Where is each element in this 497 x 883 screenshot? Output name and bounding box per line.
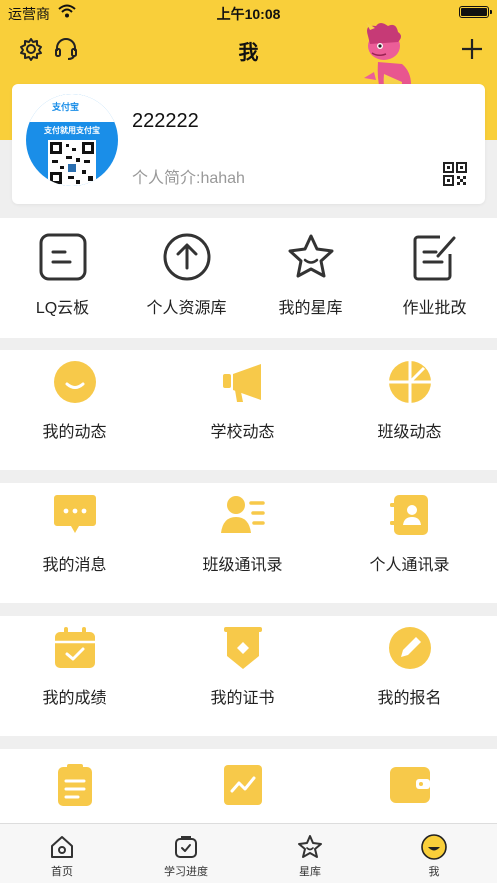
avatar-caption: 支付就用支付宝 xyxy=(44,126,100,135)
tab-label: 学习进度 xyxy=(164,866,208,878)
menu-label: 班级动态 xyxy=(377,424,442,441)
more-section xyxy=(0,749,497,823)
menu-label: 我的证书 xyxy=(210,690,275,707)
menu-my-grades[interactable]: 我的成绩 xyxy=(0,626,157,708)
menu-clipboard[interactable] xyxy=(0,763,157,807)
menu-class-contacts[interactable]: 班级通讯录 xyxy=(160,493,325,575)
tab-home[interactable]: 首页 xyxy=(0,824,124,883)
clock: 上午10:08 xyxy=(216,6,281,22)
username: 222222 xyxy=(132,110,199,132)
menu-my-registration[interactable]: 我的报名 xyxy=(327,626,492,708)
menu-trend[interactable] xyxy=(160,763,325,807)
menu-label: 我的消息 xyxy=(42,557,107,574)
avatar[interactable]: 支付宝 支付就用支付宝 xyxy=(26,94,118,186)
add-plus-icon[interactable] xyxy=(459,36,485,62)
records-section: 我的成绩 我的证书 我的报名 xyxy=(0,616,497,736)
menu-label: 学校动态 xyxy=(210,424,275,441)
calendar-check-icon xyxy=(54,627,95,668)
smile-face-icon xyxy=(421,834,447,860)
menu-my-certificates[interactable]: 我的证书 xyxy=(160,626,325,708)
bio-text: 个人简介:hahah xyxy=(132,170,245,187)
certificate-banner-icon xyxy=(223,627,262,669)
smile-icon xyxy=(53,361,96,403)
pen-circle-icon xyxy=(388,627,431,669)
contacts-section: 我的消息 班级通讯录 个人通讯录 xyxy=(0,483,497,603)
star-icon xyxy=(298,835,322,858)
profile-card[interactable]: 支付宝 支付就用支付宝 222222 个人简介:hahah xyxy=(12,84,485,204)
megaphone-icon xyxy=(222,364,261,402)
tab-label: 星库 xyxy=(299,866,321,878)
upload-circle-icon xyxy=(163,233,210,281)
edit-document-icon xyxy=(413,235,455,281)
menu-label: 个人通讯录 xyxy=(369,557,450,574)
home-icon xyxy=(51,836,73,858)
menu-school-dynamics[interactable]: 学校动态 xyxy=(160,360,325,442)
trend-chart-icon xyxy=(223,765,262,805)
menu-class-dynamics[interactable]: 班级动态 xyxy=(327,360,492,442)
menu-label: 班级通讯录 xyxy=(202,557,283,574)
app-header: 我 xyxy=(0,24,497,84)
menu-my-messages[interactable]: 我的消息 xyxy=(0,493,157,575)
menu-wallet[interactable] xyxy=(327,763,492,807)
battery-icon xyxy=(459,6,492,18)
tab-label: 首页 xyxy=(51,866,73,878)
pie-grid-icon xyxy=(388,361,431,403)
avatar-qr-image xyxy=(48,140,96,186)
tool-label: 作业批改 xyxy=(402,300,467,317)
tab-me-active[interactable]: 我 xyxy=(372,824,496,883)
page-title: 我 xyxy=(238,42,259,64)
address-book-icon xyxy=(389,495,428,535)
tab-study-progress[interactable]: 学习进度 xyxy=(124,824,248,883)
menu-my-dynamics[interactable]: 我的动态 xyxy=(0,360,157,442)
dynamics-section: 我的动态 学校动态 班级动态 xyxy=(0,350,497,470)
alipay-logo-text: 支付宝 xyxy=(52,102,80,112)
menu-personal-contacts[interactable]: 个人通讯录 xyxy=(327,493,492,575)
tool-homework-grading[interactable]: 作业批改 xyxy=(352,232,497,318)
bag-check-icon xyxy=(175,836,197,858)
clipboard-icon xyxy=(57,764,92,806)
chat-bubble-icon xyxy=(53,495,96,533)
star-icon xyxy=(288,234,333,278)
wallet-icon xyxy=(389,767,430,803)
tab-star-library[interactable]: 星库 xyxy=(248,824,372,883)
menu-label: 我的报名 xyxy=(377,690,442,707)
tools-section: LQ云板 个人资源库 我的星库 作业批改 xyxy=(0,218,497,338)
user-list-icon xyxy=(220,496,265,533)
board-icon xyxy=(39,233,86,281)
qr-code-icon[interactable] xyxy=(443,162,467,186)
menu-label: 我的动态 xyxy=(42,424,107,441)
tab-bar: 首页 学习进度 星库 我 xyxy=(0,823,497,883)
menu-label: 我的成绩 xyxy=(42,690,107,707)
tab-label: 我 xyxy=(428,866,440,878)
status-bar: 运营商 上午10:08 xyxy=(0,0,497,24)
